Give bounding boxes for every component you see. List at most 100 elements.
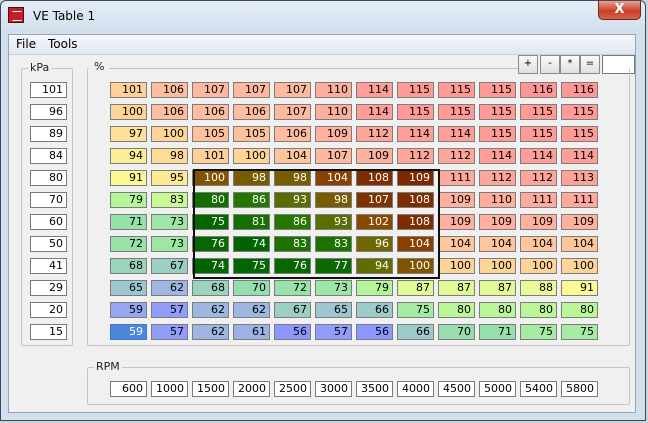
ve-cell[interactable]: 87 [397,280,434,296]
ve-cell[interactable]: 75 [561,324,598,340]
rpm-cell[interactable]: 3000 [315,381,352,397]
ve-cell[interactable]: 77 [315,258,352,274]
ve-cell[interactable]: 112 [520,170,557,186]
ve-cell[interactable]: 67 [274,302,311,318]
ve-cell[interactable]: 80 [561,302,598,318]
ve-cell[interactable]: 107 [356,192,393,208]
ve-cell[interactable]: 105 [192,126,229,142]
ve-cell[interactable]: 79 [356,280,393,296]
kpa-cell[interactable]: 84 [30,148,67,164]
ve-cell[interactable]: 113 [561,170,598,186]
kpa-cell[interactable]: 20 [30,302,67,318]
ve-cell[interactable]: 56 [356,324,393,340]
ve-cell[interactable]: 102 [356,214,393,230]
ve-cell[interactable]: 75 [233,258,270,274]
ve-cell[interactable]: 116 [561,82,598,98]
ve-cell[interactable]: 66 [356,302,393,318]
ve-cell[interactable]: 100 [561,258,598,274]
ve-cell[interactable]: 97 [110,126,147,142]
ve-cell[interactable]: 114 [356,104,393,120]
ve-cell[interactable]: 83 [315,236,352,252]
ve-cell[interactable]: 73 [315,280,352,296]
ve-cell[interactable]: 87 [438,280,475,296]
rpm-cell[interactable]: 2000 [233,381,270,397]
kpa-cell[interactable]: 70 [30,192,67,208]
kpa-cell[interactable]: 15 [30,324,67,340]
ve-cell[interactable]: 107 [192,82,229,98]
ve-cell[interactable]: 73 [151,236,188,252]
ve-cell[interactable]: 112 [397,148,434,164]
ve-cell[interactable]: 98 [274,170,311,186]
rpm-cell[interactable]: 5000 [479,381,516,397]
ve-cell[interactable]: 112 [438,148,475,164]
ve-cell[interactable]: 80 [479,302,516,318]
rpm-cell[interactable]: 1500 [192,381,229,397]
kpa-cell[interactable]: 29 [30,280,67,296]
ve-cell[interactable]: 106 [274,126,311,142]
ve-cell[interactable]: 68 [192,280,229,296]
ve-cell[interactable]: 76 [274,258,311,274]
ve-cell[interactable]: 108 [397,192,434,208]
ve-cell[interactable]: 87 [479,280,516,296]
ve-cell[interactable]: 68 [110,258,147,274]
ve-cell[interactable]: 104 [520,236,557,252]
kpa-cell[interactable]: 96 [30,104,67,120]
ve-cell[interactable]: 107 [315,148,352,164]
ve-cell[interactable]: 62 [192,302,229,318]
ve-cell[interactable]: 104 [397,236,434,252]
ve-cell[interactable]: 66 [397,324,434,340]
ve-cell[interactable]: 93 [274,192,311,208]
menu-tools[interactable]: Tools [48,37,78,51]
rpm-cell[interactable]: 5400 [520,381,557,397]
ve-cell[interactable]: 109 [356,148,393,164]
ve-cell[interactable]: 106 [192,104,229,120]
ve-cell[interactable]: 115 [520,104,557,120]
ve-cell[interactable]: 101 [110,82,147,98]
ve-cell[interactable]: 107 [233,82,270,98]
ve-cell[interactable]: 56 [274,324,311,340]
ve-cell[interactable]: 111 [561,192,598,208]
ve-cell[interactable]: 100 [438,258,475,274]
ve-cell[interactable]: 100 [151,126,188,142]
ve-cell[interactable]: 80 [520,302,557,318]
ve-cell[interactable]: 94 [356,258,393,274]
ve-cell[interactable]: 62 [192,324,229,340]
ve-cell[interactable]: 75 [520,324,557,340]
ve-cell[interactable]: 115 [438,104,475,120]
kpa-cell[interactable]: 80 [30,170,67,186]
ve-cell[interactable]: 62 [151,280,188,296]
ve-cell[interactable]: 116 [520,82,557,98]
ve-cell[interactable]: 79 [110,192,147,208]
ve-cell[interactable]: 57 [151,302,188,318]
ve-cell[interactable]: 115 [561,104,598,120]
ve-cell[interactable]: 114 [356,82,393,98]
kpa-cell[interactable]: 60 [30,214,67,230]
kpa-cell[interactable]: 50 [30,236,67,252]
rpm-cell[interactable]: 5800 [561,381,598,397]
ve-cell[interactable]: 98 [315,192,352,208]
ve-cell[interactable]: 115 [397,104,434,120]
rpm-cell[interactable]: 4500 [438,381,475,397]
ve-cell[interactable]: 76 [192,236,229,252]
ve-cell[interactable]: 93 [315,214,352,230]
ve-cell[interactable]: 98 [233,170,270,186]
ve-cell[interactable]: 75 [397,302,434,318]
ve-cell[interactable]: 104 [479,236,516,252]
ve-cell[interactable]: 105 [233,126,270,142]
ve-cell[interactable]: 100 [110,104,147,120]
ve-cell[interactable]: 59 [110,302,147,318]
ve-cell[interactable]: 100 [520,258,557,274]
ve-cell[interactable]: 108 [356,170,393,186]
ve-cell[interactable]: 114 [561,148,598,164]
ve-cell[interactable]: 107 [274,82,311,98]
title-bar[interactable]: VE Table 1 X [1,1,645,31]
ve-cell[interactable]: 115 [438,82,475,98]
ve-cell[interactable]: 110 [315,82,352,98]
ve-cell[interactable]: 70 [438,324,475,340]
ve-cell[interactable]: 96 [356,236,393,252]
ve-cell[interactable]: 57 [151,324,188,340]
ve-cell[interactable]: 109 [479,214,516,230]
rpm-cell[interactable]: 1000 [151,381,188,397]
rpm-cell[interactable]: 600 [110,381,147,397]
ve-cell[interactable]: 104 [561,236,598,252]
